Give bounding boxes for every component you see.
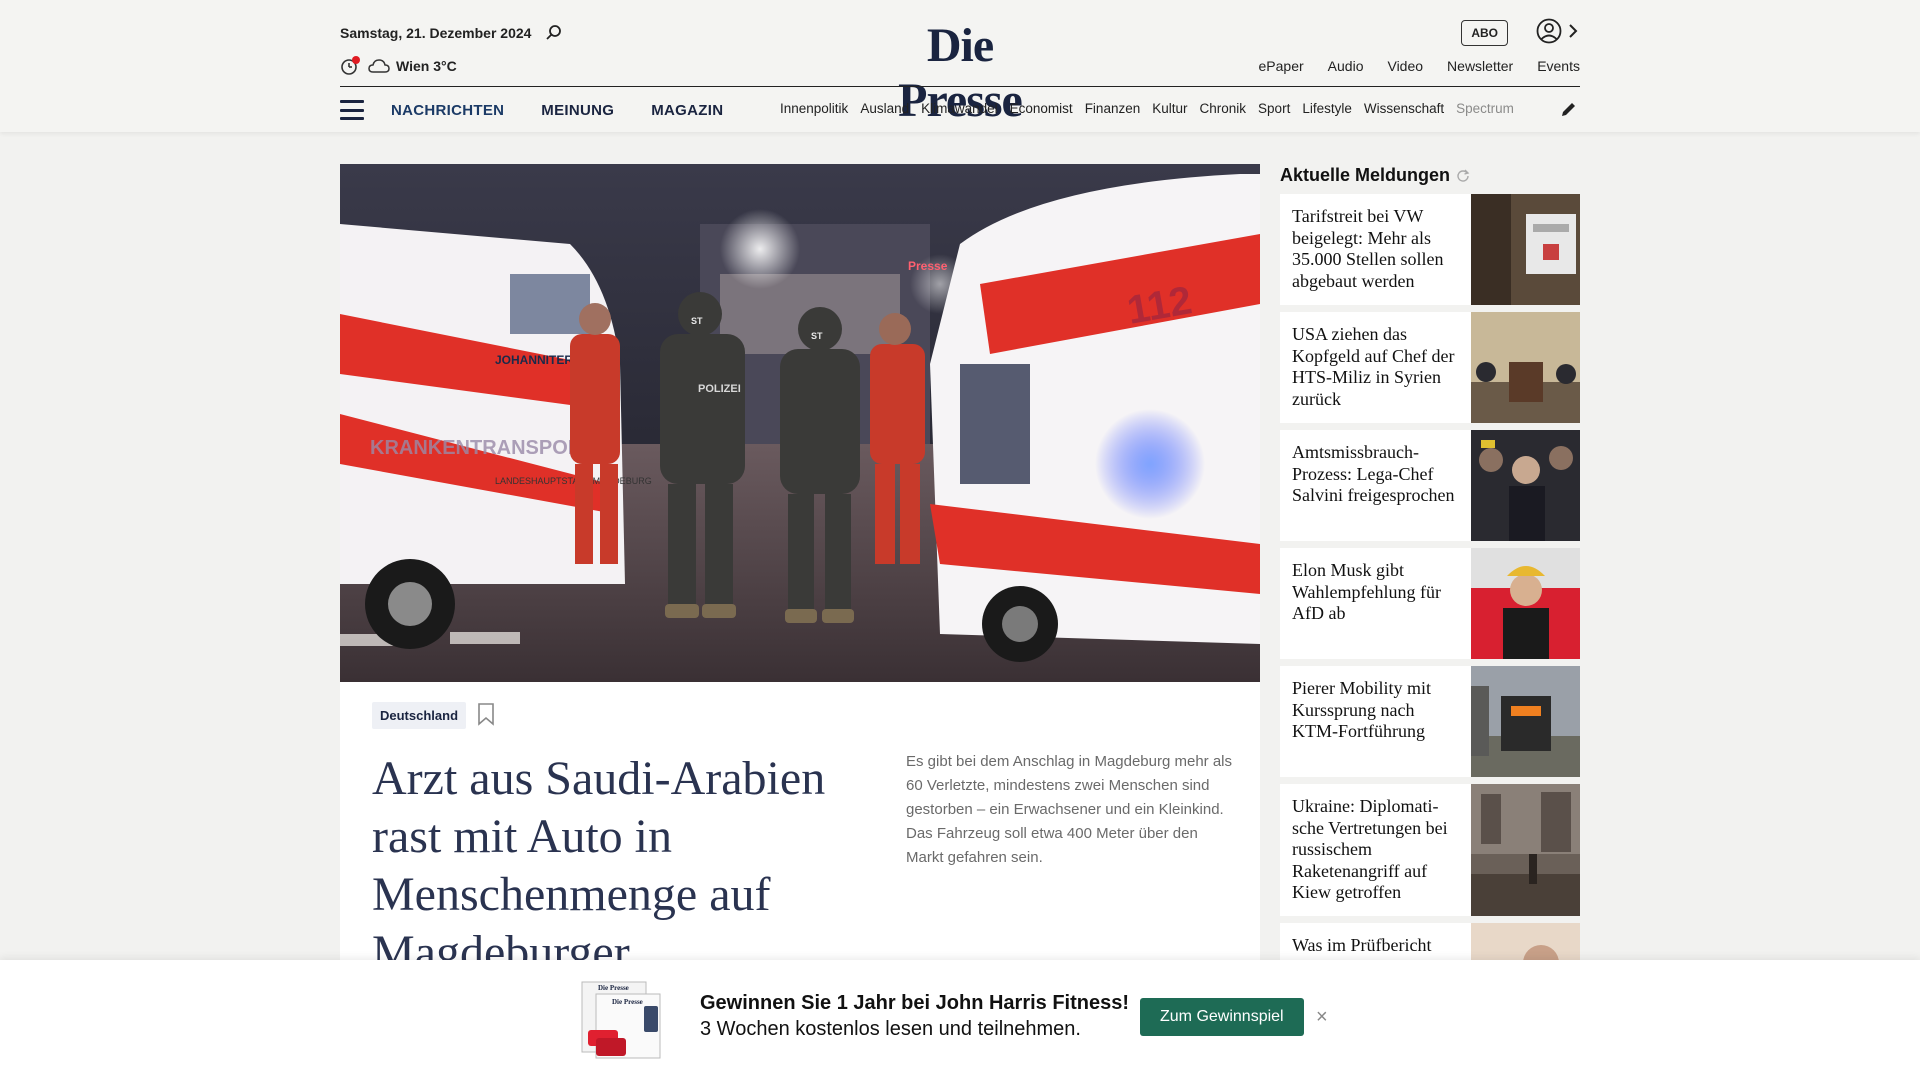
hamburger-menu-icon[interactable] <box>340 100 364 120</box>
subnav-lifestyle[interactable]: Lifestyle <box>1302 101 1352 116</box>
subnav-economist[interactable]: Economist <box>1010 101 1073 116</box>
article-lead: Es gibt bei dem Anschlag in Magdeburg me… <box>906 753 1233 866</box>
promo-banner: Die Presse Die Presse Gewinnen Sie 1 Jah… <box>0 960 1920 1080</box>
news-sidebar: Aktuelle Meldungen Tarifstreit bei VW be… <box>1280 164 1580 1041</box>
promo-image-logo-2: Die Presse <box>612 998 643 1006</box>
chevron-right-icon[interactable] <box>1568 23 1578 39</box>
weather-widget[interactable]: Wien 3°C <box>340 56 457 76</box>
refresh-icon <box>1457 169 1470 182</box>
subnav-klimawandel[interactable]: Klimawandel <box>921 101 998 116</box>
news-card-image[interactable] <box>1471 666 1580 777</box>
weather-text: Wien 3°C <box>396 58 457 74</box>
hero-helmet-text-2: ST <box>811 331 823 341</box>
promo-image-logo: Die Presse <box>598 984 629 992</box>
subnav-kultur[interactable]: Kultur <box>1152 101 1187 116</box>
subnav-ausland[interactable]: Ausland <box>860 101 909 116</box>
user-icon[interactable] <box>1536 18 1562 44</box>
account-menu[interactable] <box>1536 18 1578 44</box>
news-card-title[interactable]: Amtsmissbrauch-Prozess: Lega-Chef Salvin… <box>1292 442 1460 507</box>
news-card[interactable]: Amtsmissbrauch-Prozess: Lega-Chef Salvin… <box>1280 430 1580 541</box>
article-headline[interactable]: Arzt aus Saudi-Arabien rast mit Auto in … <box>372 750 842 982</box>
top-link-epaper[interactable]: ePaper <box>1259 58 1304 74</box>
cloud-icon <box>368 59 390 73</box>
news-card-title[interactable]: Ukraine: Diplomati-sche Vertretungen bei… <box>1292 796 1460 904</box>
promo-text: Gewinnen Sie 1 Jahr bei John Harris Fitn… <box>700 990 1129 1042</box>
close-icon[interactable]: × <box>1316 1006 1328 1029</box>
news-card-title[interactable]: Elon Musk gibt Wahlempfehlung für AfD ab <box>1292 560 1460 625</box>
news-card-title[interactable]: Was im Prüfbericht <box>1292 935 1460 957</box>
hero-helmet-text: ST <box>691 316 703 326</box>
news-card[interactable]: Elon Musk gibt Wahlempfehlung für AfD ab <box>1280 548 1580 659</box>
site-header: Samstag, 21. Dezember 2024 Wien 3°C Die … <box>0 0 1920 132</box>
news-card-image[interactable] <box>1471 548 1580 659</box>
category-tag[interactable]: Deutschland <box>372 702 467 729</box>
top-link-newsletter[interactable]: Newsletter <box>1447 58 1513 74</box>
promo-subline: 3 Wochen kostenlos lesen und teilnehmen. <box>700 1018 1081 1040</box>
date-text: Samstag, 21. Dezember 2024 <box>340 25 532 41</box>
main-navigation: NACHRICHTEN MEINUNG MAGAZIN Innenpolitik… <box>340 96 1580 124</box>
nav-nachrichten[interactable]: NACHRICHTEN <box>391 102 504 119</box>
hero-sign-text: Presse <box>908 259 948 273</box>
news-card-title[interactable]: USA ziehen das Kopfgeld auf Chef der HTS… <box>1292 324 1460 410</box>
top-link-video[interactable]: Video <box>1387 58 1423 74</box>
abo-button[interactable]: ABO <box>1461 20 1508 46</box>
news-card-title[interactable]: Pierer Mobility mit Kurssprung nach KTM-… <box>1292 678 1460 743</box>
hero-van-text: JOHANNITER <box>495 353 573 367</box>
hero-police-text: POLIZEI <box>698 383 741 395</box>
top-links: ePaper Audio Video Newsletter Events <box>1259 58 1580 74</box>
subnav-chronik[interactable]: Chronik <box>1200 101 1247 116</box>
hero-transport-text: KRANKENTRANSPORT <box>370 437 594 459</box>
nav-meinung[interactable]: MEINUNG <box>541 102 614 119</box>
clock-notification-icon[interactable] <box>340 56 362 76</box>
subnav-finanzen[interactable]: Finanzen <box>1085 101 1141 116</box>
news-card-image[interactable] <box>1471 312 1580 423</box>
promo-headline: Gewinnen Sie 1 Jahr bei John Harris Fitn… <box>700 992 1130 1014</box>
nav-magazin[interactable]: MAGAZIN <box>651 102 723 119</box>
promo-image[interactable]: Die Presse Die Presse <box>578 980 664 1062</box>
promo-cta-button[interactable]: Zum Gewinnspiel <box>1140 998 1304 1036</box>
hero-image[interactable]: Presse JOHANNITER KRANKENTRANSPORT LANDE… <box>340 164 1260 682</box>
header-divider <box>340 86 1580 87</box>
top-link-audio[interactable]: Audio <box>1328 58 1364 74</box>
subnav-sport[interactable]: Sport <box>1258 101 1290 116</box>
section-navigation: Innenpolitik Ausland Klimawandel Economi… <box>780 101 1540 116</box>
subnav-spectrum[interactable]: Spectrum <box>1456 101 1514 116</box>
date-display: Samstag, 21. Dezember 2024 <box>340 24 563 42</box>
subnav-innenpolitik[interactable]: Innenpolitik <box>780 101 848 116</box>
news-card[interactable]: USA ziehen das Kopfgeld auf Chef der HTS… <box>1280 312 1580 423</box>
subnav-wissenschaft[interactable]: Wissenschaft <box>1364 101 1444 116</box>
news-card[interactable]: Pierer Mobility mit Kurssprung nach KTM-… <box>1280 666 1580 777</box>
news-card-title[interactable]: Tarifstreit bei VW beigelegt: Mehr als 3… <box>1292 206 1460 292</box>
news-card-image[interactable] <box>1471 194 1580 305</box>
news-card[interactable]: Ukraine: Diplomati-sche Vertretungen bei… <box>1280 784 1580 916</box>
news-card[interactable]: Tarifstreit bei VW beigelegt: Mehr als 3… <box>1280 194 1580 305</box>
bookmark-icon[interactable] <box>476 702 496 726</box>
sidebar-title: Aktuelle Meldungen <box>1280 164 1580 186</box>
news-card-image[interactable] <box>1471 430 1580 541</box>
top-link-events[interactable]: Events <box>1537 58 1580 74</box>
search-icon[interactable] <box>545 24 563 42</box>
news-card-image[interactable] <box>1471 784 1580 916</box>
hero-city-text: LANDESHAUPTSTADT MAGDEBURG <box>495 476 652 486</box>
pencil-icon[interactable] <box>1560 100 1578 118</box>
sidebar-title-text: Aktuelle Meldungen <box>1280 164 1451 185</box>
